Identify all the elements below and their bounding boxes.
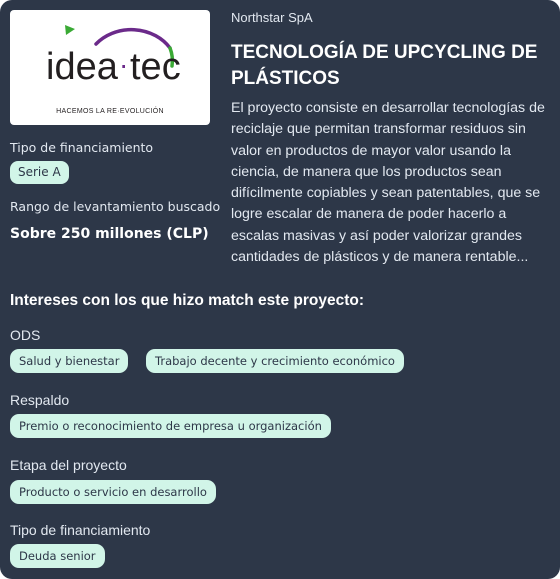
stage-tag: Producto o servicio en desarrollo — [10, 480, 216, 504]
ideatec-logo-graphic: idea · tec HACEMOS LA RE·EVOLUCIÓN — [46, 25, 181, 115]
logo-word-left: idea — [46, 46, 119, 88]
matches-title: Intereses con los que hizo match este pr… — [10, 292, 365, 309]
company-logo: idea · tec HACEMOS LA RE·EVOLUCIÓN — [10, 10, 210, 125]
respaldo-label: Respaldo — [10, 392, 70, 408]
logo-tagline: HACEMOS LA RE·EVOLUCIÓN — [56, 106, 164, 115]
logo-word-right: tec — [130, 46, 181, 88]
project-title[interactable]: TECNOLOGÍA DE UPCYCLING DE PLÁSTICOS — [231, 40, 551, 92]
ods-label: ODS — [10, 327, 41, 343]
respaldo-tag: Premio o reconocimiento de empresa u org… — [10, 414, 331, 438]
raise-range-label: Rango de levantamiento buscado — [10, 199, 221, 214]
funding-type-label: Tipo de financiamiento — [10, 140, 154, 155]
company-name: Northstar SpA — [231, 10, 313, 25]
project-description: El proyecto consiste en desarrollar tecn… — [231, 100, 545, 266]
raise-range-amount: Sobre 250 millones (CLP) — [10, 226, 209, 242]
logo-dot: · — [119, 49, 128, 80]
ods-tag: Salud y bienestar — [10, 349, 129, 373]
stage-label: Etapa del proyecto — [10, 457, 127, 473]
ods-tag: Trabajo decente y crecimiento económico — [146, 349, 404, 373]
funding-type-badge: Serie A — [10, 161, 69, 184]
financing-tag: Deuda senior — [10, 544, 105, 568]
financing-label: Tipo de financiamiento — [10, 522, 151, 538]
logo-arrow — [65, 25, 75, 35]
project-card[interactable]: idea · tec HACEMOS LA RE·EVOLUCIÓN Tipo … — [0, 0, 560, 579]
